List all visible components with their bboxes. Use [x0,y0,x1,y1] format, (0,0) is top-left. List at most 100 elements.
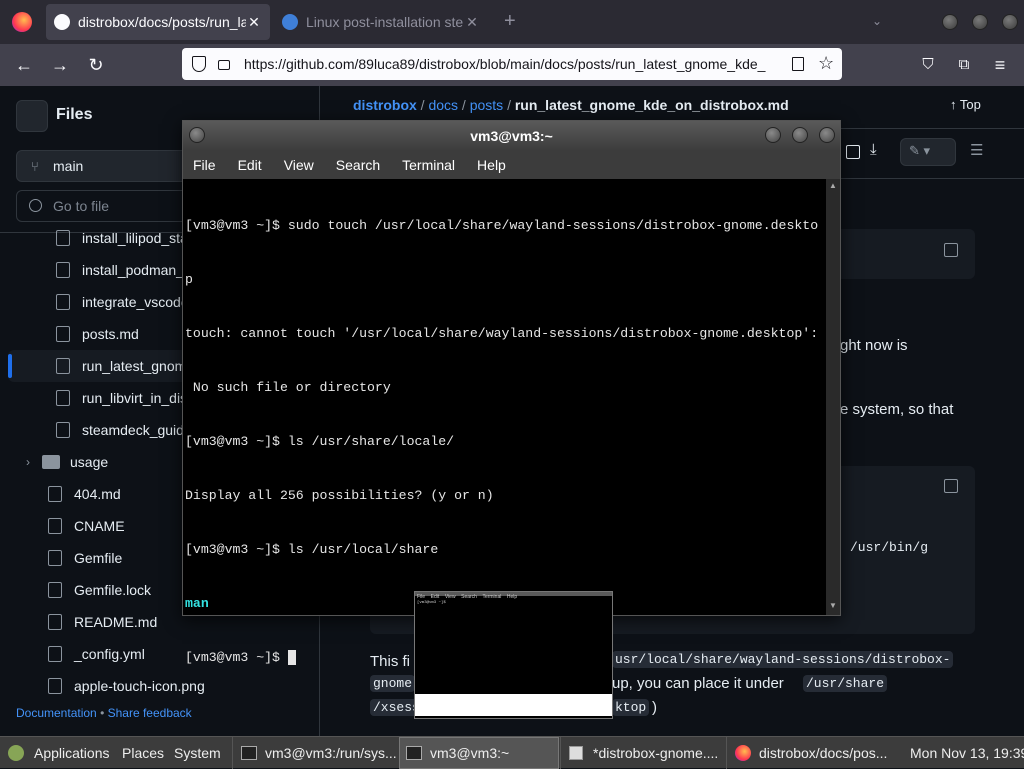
list-tabs-icon[interactable]: ⌄ [872,14,882,28]
tree-item[interactable]: apple-touch-icon.png [48,670,205,702]
menu-icon[interactable]: ≡ [988,53,1012,77]
menu-search[interactable]: Search [336,157,380,173]
bookmark-star-icon[interactable]: ☆ [818,53,834,74]
file-icon [48,486,62,502]
tree-item[interactable]: CNAME [48,510,125,542]
scroll-down-arrow[interactable]: ▼ [829,601,837,610]
menu-edit[interactable]: Edit [238,157,262,173]
terminal-prompt: [vm3@vm3 ~]$ [185,650,288,665]
pocket-icon[interactable]: ⛉ [916,53,940,77]
places-menu[interactable]: Places [122,737,164,769]
tree-item[interactable]: 404.md [48,478,121,510]
terminal-menu-button[interactable] [189,127,205,143]
breadcrumb-posts[interactable]: posts [470,97,503,113]
tree-item[interactable]: run_libvirt_in_dis [56,382,187,414]
terminal-maximize-button[interactable] [792,127,808,143]
tree-item-label: Gemfile.lock [74,582,152,598]
breadcrumb-repo[interactable]: distrobox [353,97,417,113]
applications-menu[interactable]: Applications [8,737,110,769]
file-icon [48,678,62,694]
breadcrumb-file: run_latest_gnome_kde_on_distrobox.md [514,97,789,113]
tree-item[interactable]: Gemfile.lock [48,574,151,606]
window-preview-thumbnail[interactable]: File Edit View Search Terminal Help [vm3… [414,591,613,719]
menu-file[interactable]: File [193,157,216,173]
system-menu[interactable]: System [174,737,221,769]
tree-item-label: install_lilipod_sta [82,230,188,246]
tree-item[interactable]: install_podman_ [56,254,184,286]
lock-icon[interactable] [218,60,230,70]
clock[interactable]: Mon Nov 13, 19:39 [910,737,1024,769]
terminal-minimize-button[interactable] [765,127,781,143]
menu-help[interactable]: Help [477,157,506,173]
taskbar-window-editor[interactable]: *distrobox-gnome.... [560,737,724,769]
tree-item[interactable]: integrate_vscode [56,286,189,318]
taskbar-window-firefox[interactable]: distrobox/docs/pos... [726,737,892,769]
breadcrumb-docs[interactable]: docs [428,97,458,113]
minimize-window-button[interactable] [942,14,958,30]
copy-raw-icon[interactable] [846,145,860,159]
extensions-icon[interactable]: ⧉ [952,53,976,77]
paragraph-fragment: e system, so that [840,401,954,418]
thumb-highlight [415,694,612,716]
terminal-menu-bar: File Edit View Search Terminal Help [183,151,840,179]
scroll-up-arrow[interactable]: ▲ [829,181,837,190]
sidebar-footer: Documentation • Share feedback [16,706,192,720]
tree-item-selected[interactable]: run_latest_gnom [56,350,186,382]
tree-item-label: _config.yml [74,646,145,662]
outline-icon[interactable]: ☰ [970,141,983,159]
terminal-scrollbar[interactable]: ▲ ▼ [826,179,840,615]
terminal-window[interactable]: vm3@vm3:~ File Edit View Search Terminal… [182,120,841,666]
tree-item[interactable]: _config.yml [48,638,145,670]
file-icon [48,518,62,534]
branch-icon: ⑂ [31,159,39,174]
file-icon [56,230,70,246]
copy-icon[interactable] [944,479,958,493]
firefox-icon[interactable] [12,12,32,32]
taskbar-window-terminal-run[interactable]: vm3@vm3:/run/sys... [232,737,398,769]
close-tab-icon[interactable]: ✕ [464,14,480,31]
tracking-shield-icon[interactable] [192,56,206,72]
edit-button[interactable]: ✎ ▾ [900,138,956,166]
thumb-menu-item: File [417,594,426,600]
menu-view[interactable]: View [284,157,314,173]
tree-item-label: Gemfile [74,550,123,566]
url-bar[interactable]: https://github.com/89luca89/distrobox/bl… [182,48,842,80]
close-tab-icon[interactable]: ✕ [246,14,262,31]
taskbar-window-terminal-active[interactable]: vm3@vm3:~ [399,737,559,769]
tab-distrobox[interactable]: distrobox/docs/posts/run_la ✕ [46,4,270,40]
terminal-title: vm3@vm3:~ [470,128,553,144]
menu-terminal[interactable]: Terminal [402,157,455,173]
tree-item[interactable]: Gemfile [48,542,122,574]
github-icon [54,14,70,30]
file-icon [56,390,70,406]
share-feedback-link[interactable]: Share feedback [108,706,192,720]
tree-item[interactable]: install_lilipod_sta [56,222,188,254]
terminal-title-bar[interactable]: vm3@vm3:~ [183,121,840,151]
terminal-output[interactable]: [vm3@vm3 ~]$ sudo touch /usr/local/share… [185,181,825,666]
terminal-line: touch: cannot touch '/usr/local/share/wa… [185,326,819,341]
download-icon[interactable]: ⤓ [870,141,877,158]
top-button[interactable]: ↑ Top [950,97,981,112]
file-icon [56,422,70,438]
back-button[interactable]: ← [12,53,36,77]
tab-linux-post-install[interactable]: Linux post-installation ste ✕ [274,4,488,40]
file-icon [48,582,62,598]
copy-icon[interactable] [944,243,958,257]
tree-item[interactable]: posts.md [56,318,139,350]
tree-item[interactable]: README.md [48,606,157,638]
tree-item[interactable]: steamdeck_guid [56,414,184,446]
documentation-link[interactable]: Documentation [16,706,97,720]
terminal-close-button[interactable] [819,127,835,143]
reload-button[interactable]: ↻ [84,53,108,77]
tree-folder[interactable]: › usage [26,446,108,478]
maximize-window-button[interactable] [972,14,988,30]
arrow-up-icon: ↑ [950,97,957,112]
thumb-menu-item: Search [461,594,477,600]
tree-item-label: 404.md [74,486,121,502]
close-window-button[interactable] [1002,14,1018,30]
forward-button[interactable]: → [48,53,72,77]
window-label: vm3@vm3:/run/sys... [265,745,397,761]
new-tab-button[interactable]: + [504,10,516,33]
collapse-sidebar-button[interactable] [16,100,48,132]
reader-view-icon[interactable] [792,57,804,71]
